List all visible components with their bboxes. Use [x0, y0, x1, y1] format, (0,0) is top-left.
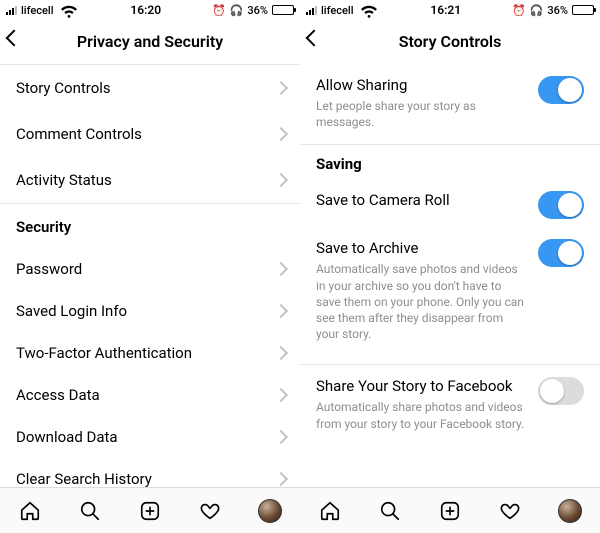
tab-search[interactable] — [378, 499, 402, 523]
carrier-label: lifecell — [21, 4, 54, 17]
row-saved-login-info[interactable]: Saved Login Info — [0, 290, 300, 332]
battery-icon — [572, 5, 594, 15]
setting-title: Save to Archive — [316, 239, 526, 257]
avatar — [258, 499, 282, 523]
row-clear-search-history[interactable]: Clear Search History — [0, 458, 300, 487]
signal-icon — [306, 5, 317, 15]
tab-activity[interactable] — [198, 499, 222, 523]
row-story-controls[interactable]: Story Controls — [0, 65, 300, 111]
tab-search[interactable] — [78, 499, 102, 523]
battery-pct: 36% — [547, 4, 568, 17]
headphones-icon: 🎧 — [530, 4, 544, 17]
status-bar: lifecell 16:21 ⏰ 🎧 36% — [300, 0, 600, 20]
setting-save-archive: Save to Archive Automatically save photo… — [300, 233, 600, 356]
row-password[interactable]: Password — [0, 248, 300, 290]
carrier-label: lifecell — [321, 4, 354, 17]
toggle-share-facebook[interactable] — [538, 377, 584, 405]
row-label: Story Controls — [16, 79, 111, 97]
chevron-left-icon — [8, 32, 20, 52]
row-label: Two-Factor Authentication — [16, 344, 192, 362]
alarm-icon: ⏰ — [512, 4, 526, 17]
alarm-icon: ⏰ — [212, 4, 226, 17]
row-label: Password — [16, 260, 82, 278]
setting-title: Share Your Story to Facebook — [316, 377, 526, 395]
chevron-right-icon — [276, 127, 284, 141]
setting-title: Save to Camera Roll — [316, 191, 526, 209]
tab-home[interactable] — [318, 499, 342, 523]
section-header-security: Security — [0, 204, 300, 248]
tab-bar — [0, 487, 300, 533]
toggle-save-camera-roll[interactable] — [538, 191, 584, 219]
chevron-right-icon — [276, 472, 284, 486]
row-activity-status[interactable]: Activity Status — [0, 157, 300, 203]
tab-add-post[interactable] — [438, 499, 462, 523]
nav-header: Privacy and Security — [0, 20, 300, 64]
tab-home[interactable] — [18, 499, 42, 523]
tab-profile[interactable] — [258, 499, 282, 523]
row-access-data[interactable]: Access Data — [0, 374, 300, 416]
battery-pct: 36% — [247, 4, 268, 17]
row-label: Activity Status — [16, 171, 112, 189]
toggle-save-archive[interactable] — [538, 239, 584, 267]
setting-desc: Automatically save photos and videos in … — [316, 261, 526, 342]
row-label: Download Data — [16, 428, 118, 446]
nav-header: Story Controls — [300, 20, 600, 64]
setting-desc: Let people share your story as messages. — [316, 98, 526, 130]
row-label: Clear Search History — [16, 470, 152, 487]
chevron-right-icon — [276, 346, 284, 360]
back-button[interactable] — [8, 20, 20, 63]
settings-list[interactable]: Story Controls Comment Controls Activity… — [0, 64, 300, 487]
row-label: Comment Controls — [16, 125, 142, 143]
phone-privacy-security: lifecell 16:20 ⏰ 🎧 36% Privacy and Secur… — [0, 0, 300, 533]
signal-icon — [6, 5, 17, 15]
tab-add-post[interactable] — [138, 499, 162, 523]
tab-profile[interactable] — [558, 499, 582, 523]
chevron-right-icon — [276, 81, 284, 95]
status-right: ⏰ 🎧 36% — [512, 4, 594, 17]
status-right: ⏰ 🎧 36% — [212, 4, 294, 17]
dual-screenshot: lifecell 16:20 ⏰ 🎧 36% Privacy and Secur… — [0, 0, 600, 533]
chevron-right-icon — [276, 304, 284, 318]
row-download-data[interactable]: Download Data — [0, 416, 300, 458]
row-label: Saved Login Info — [16, 302, 127, 320]
phone-story-controls: lifecell 16:21 ⏰ 🎧 36% Story Controls Al… — [300, 0, 600, 533]
toggle-allow-sharing[interactable] — [538, 76, 584, 104]
back-button[interactable] — [308, 20, 320, 63]
section-header-saving: Saving — [300, 145, 600, 179]
row-two-factor-authentication[interactable]: Two-Factor Authentication — [0, 332, 300, 374]
chevron-right-icon — [276, 430, 284, 444]
story-controls-list[interactable]: Allow Sharing Let people share your stor… — [300, 64, 600, 487]
setting-desc: Automatically share photos and videos fr… — [316, 399, 526, 431]
status-time: 16:20 — [130, 3, 161, 17]
setting-title: Allow Sharing — [316, 76, 526, 94]
row-comment-controls[interactable]: Comment Controls — [0, 111, 300, 157]
setting-save-camera-roll: Save to Camera Roll — [300, 179, 600, 233]
chevron-right-icon — [276, 173, 284, 187]
status-time: 16:21 — [430, 3, 461, 17]
avatar — [558, 499, 582, 523]
chevron-left-icon — [308, 32, 320, 52]
tab-bar — [300, 487, 600, 533]
chevron-right-icon — [276, 262, 284, 276]
row-label: Access Data — [16, 386, 100, 404]
chevron-right-icon — [276, 388, 284, 402]
setting-share-facebook: Share Your Story to Facebook Automatical… — [300, 365, 600, 445]
page-title: Privacy and Security — [77, 32, 223, 51]
page-title: Story Controls — [399, 32, 502, 51]
battery-icon — [272, 5, 294, 15]
setting-allow-sharing: Allow Sharing Let people share your stor… — [300, 64, 600, 144]
status-bar: lifecell 16:20 ⏰ 🎧 36% — [0, 0, 300, 20]
headphones-icon: 🎧 — [230, 4, 244, 17]
tab-activity[interactable] — [498, 499, 522, 523]
